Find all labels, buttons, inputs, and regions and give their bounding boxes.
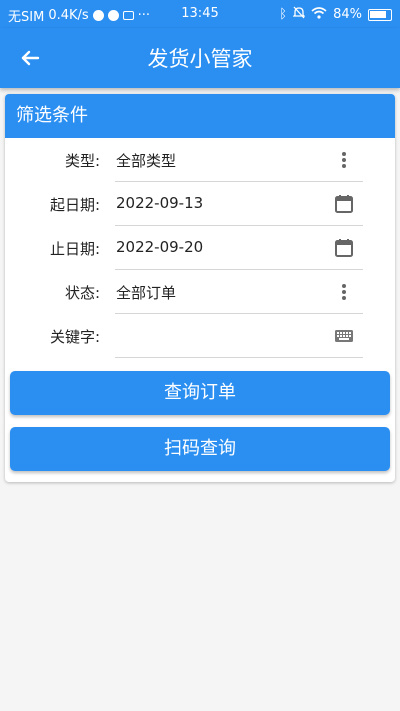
- filter-card: 筛选条件 类型: 全部类型 起日期: 2022-09-13 止日期: 2022-…: [5, 94, 395, 482]
- start-date-label: 起日期:: [49, 196, 100, 214]
- end-date-field[interactable]: 止日期: 2022-09-20: [5, 226, 395, 270]
- status-field[interactable]: 状态: 全部订单: [5, 270, 395, 314]
- battery-percent: 84%: [333, 7, 362, 22]
- start-date-field[interactable]: 起日期: 2022-09-13: [5, 182, 395, 226]
- wifi-icon: [311, 6, 327, 23]
- keyword-field[interactable]: 关键字:: [5, 314, 395, 358]
- status-bar: 无SIM 0.4K/s ··· 13:45 ᛒ 84%: [0, 0, 400, 28]
- battery-icon: [368, 8, 392, 21]
- type-label: 类型:: [64, 152, 100, 170]
- calendar-icon[interactable]: [333, 237, 355, 259]
- query-orders-button[interactable]: 查询订单: [10, 371, 390, 415]
- status-right: ᛒ 84%: [279, 6, 392, 23]
- start-date-value[interactable]: 2022-09-13: [116, 194, 203, 212]
- calendar-icon[interactable]: [333, 193, 355, 215]
- field-underline: [115, 357, 363, 358]
- bluetooth-icon: ᛒ: [279, 7, 288, 22]
- status-value[interactable]: 全部订单: [116, 282, 176, 303]
- filter-card-title: 筛选条件: [5, 94, 395, 138]
- keyword-label: 关键字:: [49, 328, 100, 346]
- end-date-label: 止日期:: [49, 240, 100, 258]
- more-vertical-icon[interactable]: [333, 281, 355, 303]
- more-vertical-icon[interactable]: [333, 149, 355, 171]
- scan-query-button[interactable]: 扫码查询: [10, 427, 390, 471]
- end-date-value[interactable]: 2022-09-20: [116, 238, 203, 256]
- app-bar: 发货小管家: [0, 28, 400, 88]
- type-value[interactable]: 全部类型: [116, 150, 176, 171]
- mute-icon: [292, 6, 306, 23]
- page-title: 发货小管家: [147, 47, 253, 71]
- status-label: 状态:: [64, 284, 100, 302]
- type-field[interactable]: 类型: 全部类型: [5, 138, 395, 182]
- keyboard-icon[interactable]: [333, 325, 355, 347]
